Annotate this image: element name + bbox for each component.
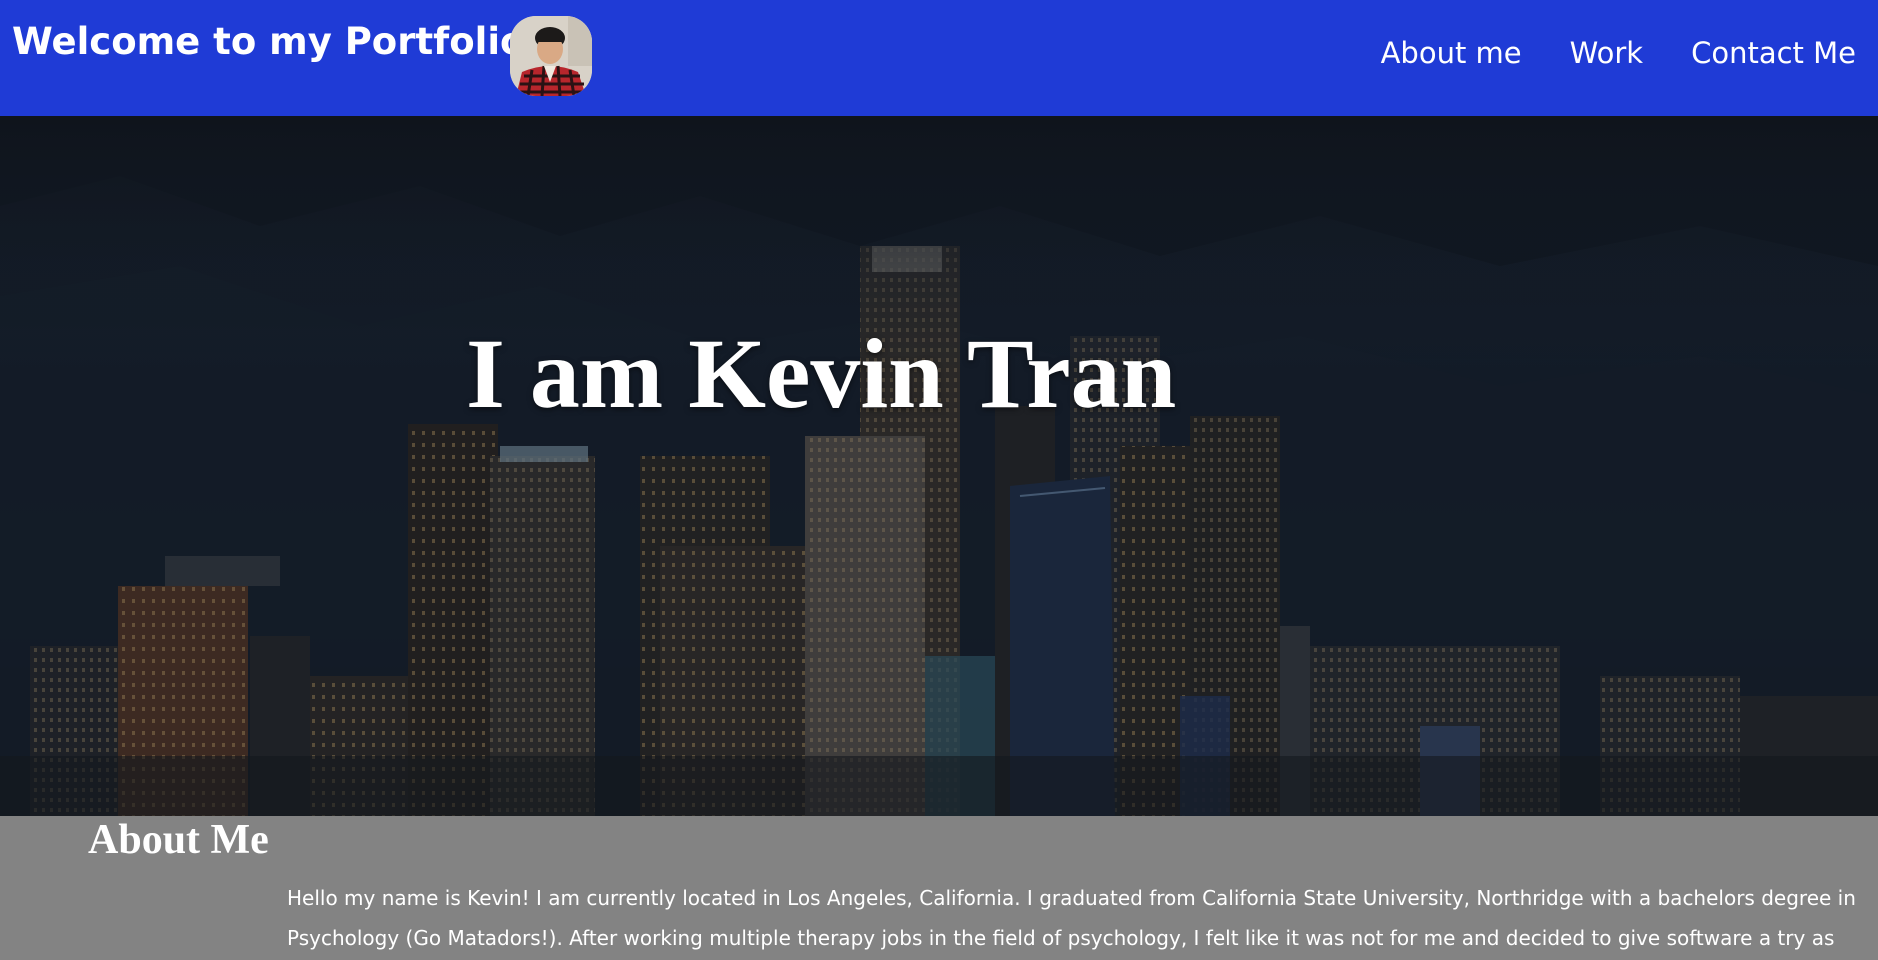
- avatar-photo: [510, 16, 592, 96]
- site-title: Welcome to my Portfolio: [12, 20, 526, 63]
- nav-work[interactable]: Work: [1570, 36, 1643, 70]
- main-nav: About me Work Contact Me: [1381, 36, 1856, 70]
- hero-banner: I am Kevin Tran: [0, 116, 1878, 816]
- hero-heading: I am Kevin Tran: [466, 318, 1177, 429]
- nav-contact-me[interactable]: Contact Me: [1691, 36, 1856, 70]
- city-skyline-background: [0, 116, 1878, 816]
- site-header: Welcome to my Portfolio About me Work Co…: [0, 0, 1878, 116]
- about-section: About Me Hello my name is Kevin! I am cu…: [0, 816, 1878, 960]
- nav-about-me[interactable]: About me: [1381, 36, 1522, 70]
- about-text: Hello my name is Kevin! I am currently l…: [287, 886, 1856, 950]
- avatar: [510, 16, 592, 96]
- about-title: About Me: [88, 817, 269, 863]
